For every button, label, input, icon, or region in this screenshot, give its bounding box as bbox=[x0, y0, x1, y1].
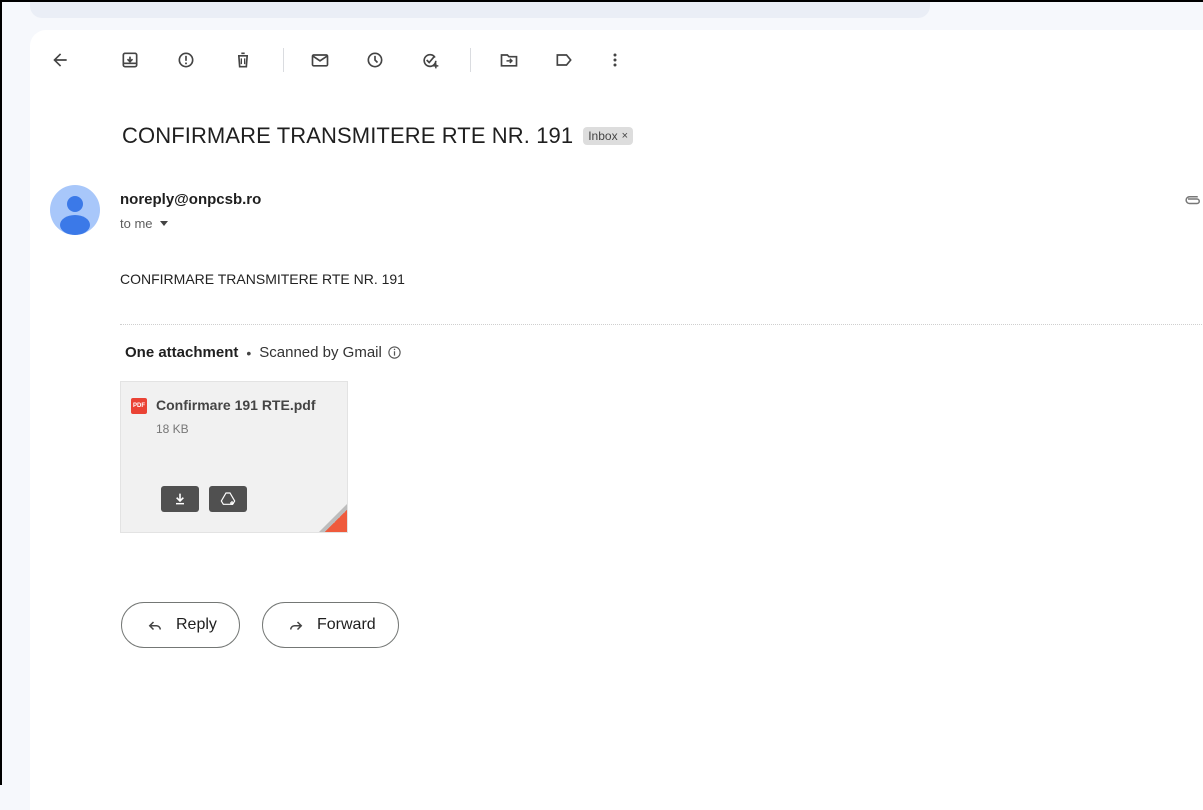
add-to-drive-icon bbox=[220, 492, 236, 505]
report-spam-icon bbox=[178, 52, 194, 68]
scan-status: Scanned by Gmail bbox=[259, 344, 382, 361]
reply-label: Reply bbox=[176, 616, 217, 633]
person-icon bbox=[60, 196, 90, 235]
message-toolbar bbox=[30, 30, 1203, 90]
report-spam-button[interactable] bbox=[172, 46, 200, 74]
message-body: CONFIRMARE TRANSMITERE RTE NR. 191 bbox=[120, 271, 405, 287]
toolbar-divider bbox=[470, 48, 471, 72]
label-name: Inbox bbox=[588, 129, 618, 143]
toolbar-divider bbox=[283, 48, 284, 72]
attachment-size: 18 KB bbox=[156, 422, 189, 436]
snooze-button[interactable] bbox=[361, 46, 389, 74]
attachment-card[interactable]: PDF Confirmare 191 RTE.pdf 18 KB bbox=[120, 381, 348, 533]
delete-button[interactable] bbox=[229, 46, 257, 74]
add-task-icon bbox=[423, 53, 439, 69]
inbox-label-chip[interactable]: Inbox × bbox=[583, 127, 634, 145]
attachments-header: One attachment • Scanned by Gmail bbox=[125, 344, 402, 361]
top-search-strip bbox=[30, 0, 930, 18]
mark-unread-button[interactable] bbox=[306, 46, 334, 74]
move-to-button[interactable] bbox=[495, 46, 523, 74]
label-icon bbox=[556, 54, 572, 66]
message-view: CONFIRMARE TRANSMITERE RTE NR. 191 Inbox… bbox=[30, 30, 1203, 810]
paperclip-icon bbox=[1185, 196, 1200, 205]
message-subject: CONFIRMARE TRANSMITERE RTE NR. 191 bbox=[122, 123, 574, 148]
attachment-count: One attachment bbox=[125, 344, 239, 361]
recipient-text: to me bbox=[120, 216, 153, 231]
trash-icon bbox=[238, 52, 248, 68]
separator-dot: • bbox=[246, 344, 252, 361]
sender-email[interactable]: noreply@onpcsb.ro bbox=[120, 191, 261, 208]
add-to-drive-button[interactable] bbox=[209, 486, 247, 512]
envelope-icon bbox=[311, 54, 329, 67]
chevron-down-icon bbox=[159, 221, 168, 226]
attachment-name: Confirmare 191 RTE.pdf bbox=[156, 397, 316, 413]
attachments-divider bbox=[120, 324, 1203, 325]
reply-icon bbox=[148, 621, 161, 631]
remove-label-icon[interactable]: × bbox=[622, 130, 628, 142]
back-button[interactable] bbox=[46, 46, 74, 74]
avatar bbox=[50, 185, 100, 235]
more-button[interactable] bbox=[601, 46, 629, 74]
clock-icon bbox=[367, 52, 383, 68]
reply-button[interactable]: Reply bbox=[121, 602, 240, 648]
download-icon bbox=[176, 493, 184, 505]
forward-label: Forward bbox=[317, 616, 376, 633]
more-vertical-icon bbox=[613, 53, 617, 67]
arrow-left-icon bbox=[53, 53, 67, 67]
archive-button[interactable] bbox=[116, 46, 144, 74]
pdf-file-icon: PDF bbox=[131, 398, 147, 414]
archive-icon bbox=[122, 52, 138, 68]
recipient-details-toggle[interactable]: to me bbox=[120, 216, 168, 231]
subject-row: CONFIRMARE TRANSMITERE RTE NR. 191 Inbox… bbox=[122, 123, 634, 149]
add-to-tasks-button[interactable] bbox=[416, 46, 444, 74]
info-icon[interactable] bbox=[387, 345, 402, 360]
labels-button[interactable] bbox=[550, 46, 578, 74]
move-folder-icon bbox=[500, 54, 518, 67]
forward-icon bbox=[290, 621, 303, 631]
pdf-fold-accent bbox=[325, 510, 347, 532]
download-button[interactable] bbox=[161, 486, 199, 512]
forward-button[interactable]: Forward bbox=[262, 602, 399, 648]
